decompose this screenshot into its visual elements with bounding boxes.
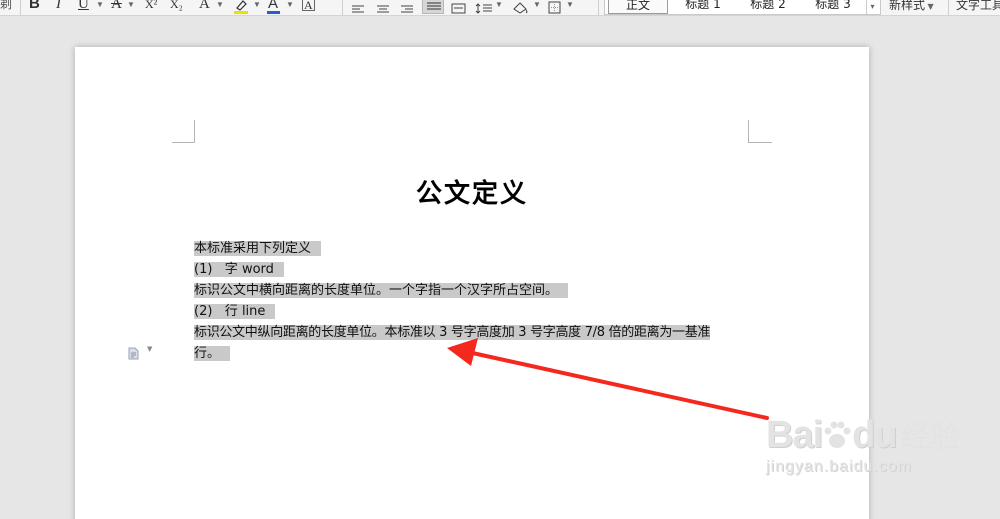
watermark-logo: Bai du 经验	[766, 412, 961, 456]
paw-icon	[822, 419, 852, 451]
watermark-jingyan-text: 经验	[900, 421, 961, 454]
watermark-url: jingyan.baidu.com	[766, 458, 912, 475]
watermark-logo-text: Bai	[766, 414, 823, 456]
watermark-logo-text-end: du	[852, 414, 897, 456]
baidu-jingyan-watermark: Bai du 经验 jingyan.baidu.com	[766, 412, 961, 476]
